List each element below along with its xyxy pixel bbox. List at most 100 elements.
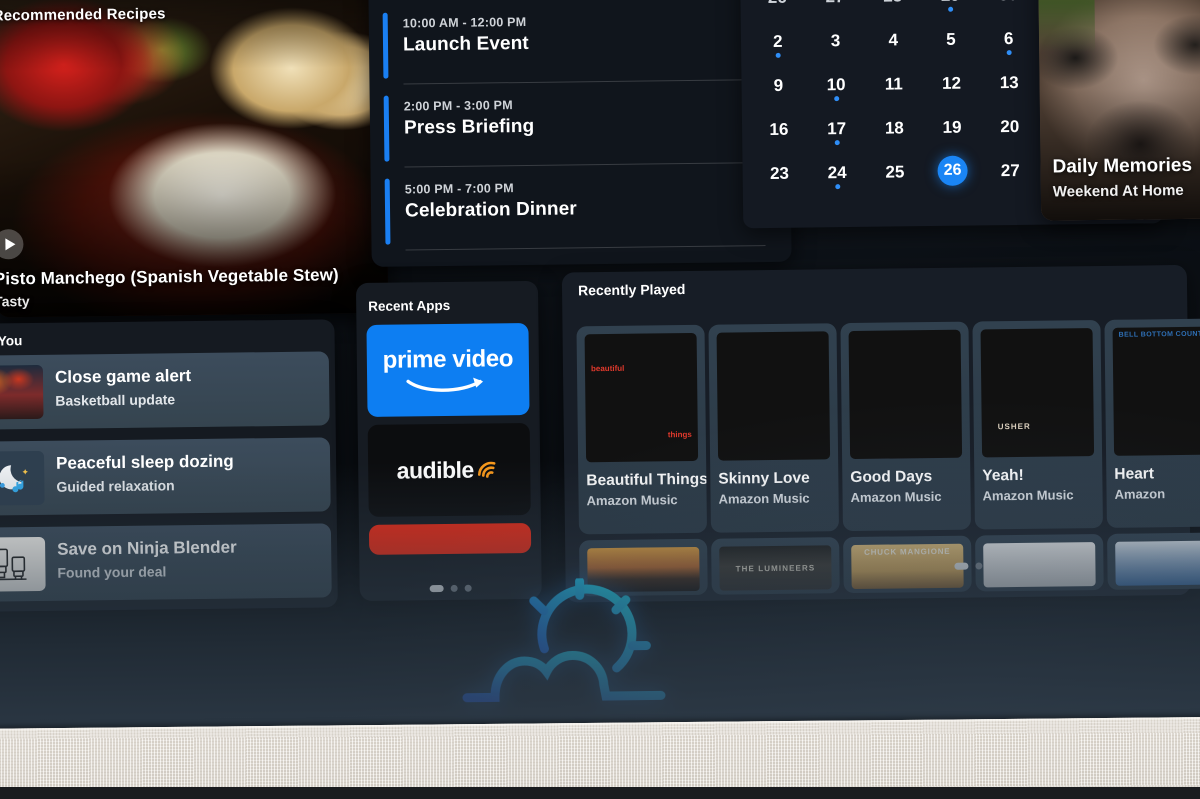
recently-played-card[interactable]: beautiful things Beautiful Things Amazon Mu… bbox=[576, 324, 708, 535]
calendar-day[interactable]: 24 bbox=[808, 153, 866, 192]
album-art-text: USHER bbox=[997, 421, 1031, 432]
calendar-day-number: 16 bbox=[769, 119, 789, 139]
calendar-day[interactable]: 17 bbox=[808, 109, 866, 148]
calendar-day[interactable]: 25 bbox=[866, 152, 924, 191]
calendar-day[interactable]: 9 bbox=[749, 66, 807, 105]
album-art: USHER bbox=[980, 328, 1095, 458]
calendar-day-selected[interactable]: 26 bbox=[924, 151, 982, 190]
recently-played-card[interactable]: CHUCK MANGIONE bbox=[843, 535, 972, 594]
calendar-day[interactable]: 16 bbox=[750, 110, 808, 149]
calendar-day-number: 24 bbox=[827, 162, 847, 182]
audible-wave-icon bbox=[477, 461, 495, 478]
recently-played-card[interactable]: USHER Yeah! Amazon Music bbox=[972, 319, 1103, 530]
calendar-day[interactable]: 13 bbox=[980, 63, 1038, 102]
for-you-item-ninja-blender[interactable]: Save on Ninja Blender Found your deal bbox=[0, 523, 332, 603]
calendar-day-number: 26 bbox=[768, 0, 787, 7]
calendar-day[interactable]: 18 bbox=[865, 108, 923, 147]
for-you-item-close-game-alert[interactable]: Close game alert Basketball update bbox=[0, 351, 330, 431]
calendar-event-dot bbox=[775, 52, 781, 58]
calendar-day[interactable]: 30 bbox=[979, 0, 1037, 13]
for-you-item-peaceful-sleep[interactable]: Peaceful sleep dozing Guided relaxation bbox=[0, 437, 331, 517]
album-art-text: THE LUMINEERS bbox=[735, 562, 816, 573]
calendar-day-number: 9 bbox=[773, 75, 784, 95]
calendar-day[interactable]: 5 bbox=[922, 19, 980, 58]
calendar-day-number: 5 bbox=[946, 29, 956, 49]
moon-stars-music-icon bbox=[0, 450, 45, 506]
album-art: BELL BOTTOM COUNTRY bbox=[1112, 326, 1200, 456]
sun-behind-cloud-icon[interactable] bbox=[448, 576, 680, 710]
calendar-day-number: 30 bbox=[999, 0, 1018, 4]
calendar-day-number: 17 bbox=[827, 118, 847, 138]
calendar-day[interactable]: 26 bbox=[748, 0, 806, 16]
album-art bbox=[983, 542, 1096, 588]
calendar-event-dot bbox=[833, 96, 839, 102]
recently-played-card[interactable]: THE LUMINEERS bbox=[711, 537, 840, 595]
agenda-event[interactable]: 2:00 PM - 3:00 PM Press Briefing bbox=[383, 85, 771, 168]
recently-played-card[interactable]: Skinny Love Amazon Music bbox=[708, 323, 839, 533]
recent-apps-header: Recent Apps bbox=[368, 297, 451, 314]
app-tile-audible[interactable]: audible bbox=[367, 422, 531, 517]
calendar-day[interactable]: 12 bbox=[922, 63, 980, 102]
track-title: Yeah! bbox=[982, 466, 1024, 485]
recently-played-card[interactable]: Good Days Amazon Music bbox=[840, 321, 971, 532]
event-time: 2:00 PM - 3:00 PM bbox=[403, 98, 513, 114]
album-art: THE LUMINEERS bbox=[719, 545, 832, 591]
calendar-day-number: 29 bbox=[941, 0, 960, 4]
event-name: Press Briefing bbox=[403, 115, 535, 139]
event-name: Celebration Dinner bbox=[404, 198, 577, 222]
track-source: Amazon Music bbox=[586, 492, 678, 509]
calendar-day-number: 4 bbox=[888, 29, 899, 50]
recently-played-row-2: THE LUMINEERS CHUCK MANGIONE bbox=[562, 265, 1200, 597]
calendar-day-number: 18 bbox=[884, 117, 904, 138]
app-tile-partial[interactable] bbox=[368, 522, 532, 555]
track-title: Beautiful Things bbox=[586, 470, 707, 490]
calendar-day[interactable]: 20 bbox=[981, 107, 1039, 146]
recently-played-header: Recently Played bbox=[577, 281, 686, 299]
calendar-day-number: 12 bbox=[941, 73, 962, 93]
app-tile-prime-video[interactable]: prime video bbox=[366, 322, 530, 417]
calendar-day[interactable]: 23 bbox=[750, 154, 808, 193]
event-time: 5:00 PM - 7:00 PM bbox=[404, 181, 514, 197]
calendar-day[interactable]: 11 bbox=[865, 64, 923, 103]
calendar-day-number: 27 bbox=[1000, 160, 1020, 180]
album-art-text: BELL BOTTOM COUNTRY bbox=[1118, 330, 1200, 339]
page-indicator-active[interactable] bbox=[429, 585, 444, 593]
calendar-day[interactable]: 28 bbox=[864, 0, 922, 15]
daily-memories-card[interactable]: Daily Memories Weekend At Home bbox=[1037, 0, 1200, 221]
recently-played-card[interactable] bbox=[975, 533, 1104, 592]
recommended-recipes-card[interactable]: Recommended Recipes Pisto Manchego (Span… bbox=[0, 0, 389, 318]
album-art: CHUCK MANGIONE bbox=[851, 543, 964, 590]
calendar-day-number: 6 bbox=[1003, 28, 1014, 48]
for-you-panel: For You Close game alert Basketball upda… bbox=[0, 319, 338, 613]
calendar-day-number: 13 bbox=[999, 72, 1019, 92]
event-divider bbox=[405, 245, 766, 251]
album-art bbox=[716, 331, 831, 461]
track-title: Heart bbox=[1114, 465, 1155, 483]
event-divider bbox=[403, 79, 764, 85]
calendar-day[interactable]: 4 bbox=[864, 20, 922, 59]
agenda-event[interactable]: 5:00 PM - 7:00 PM Celebration Dinner bbox=[384, 168, 772, 251]
page-indicator-active[interactable] bbox=[954, 562, 969, 570]
for-you-header: For You bbox=[0, 333, 23, 349]
track-title: Skinny Love bbox=[718, 469, 810, 488]
calendar-day-number: 23 bbox=[769, 163, 790, 183]
page-indicator[interactable] bbox=[975, 562, 983, 570]
recently-played-card[interactable]: BELL BOTTOM COUNTRY Heart Amazon bbox=[1104, 318, 1200, 528]
calendar-day[interactable]: 27 bbox=[981, 151, 1039, 190]
calendar-day[interactable]: 3 bbox=[806, 21, 864, 60]
track-title: Good Days bbox=[850, 468, 933, 487]
calendar-day[interactable]: 10 bbox=[807, 65, 865, 104]
calendar-day[interactable]: 29 bbox=[921, 0, 979, 14]
album-art-text: beautiful bbox=[590, 363, 625, 374]
recently-played-card[interactable] bbox=[1107, 532, 1200, 590]
calendar-day[interactable]: 19 bbox=[923, 107, 981, 146]
track-source: Amazon bbox=[1114, 486, 1166, 502]
calendar-day[interactable]: 2 bbox=[749, 22, 807, 61]
calendar-day[interactable]: 27 bbox=[806, 0, 864, 16]
recently-played-pagination[interactable] bbox=[954, 562, 983, 570]
album-art-text: CHUCK MANGIONE bbox=[864, 546, 951, 557]
album-art bbox=[848, 329, 963, 460]
calendar-day-number: 25 bbox=[885, 161, 905, 182]
agenda-event[interactable]: 10:00 AM - 12:00 PM Launch Event bbox=[382, 2, 770, 85]
calendar-day[interactable]: 6 bbox=[980, 19, 1038, 58]
